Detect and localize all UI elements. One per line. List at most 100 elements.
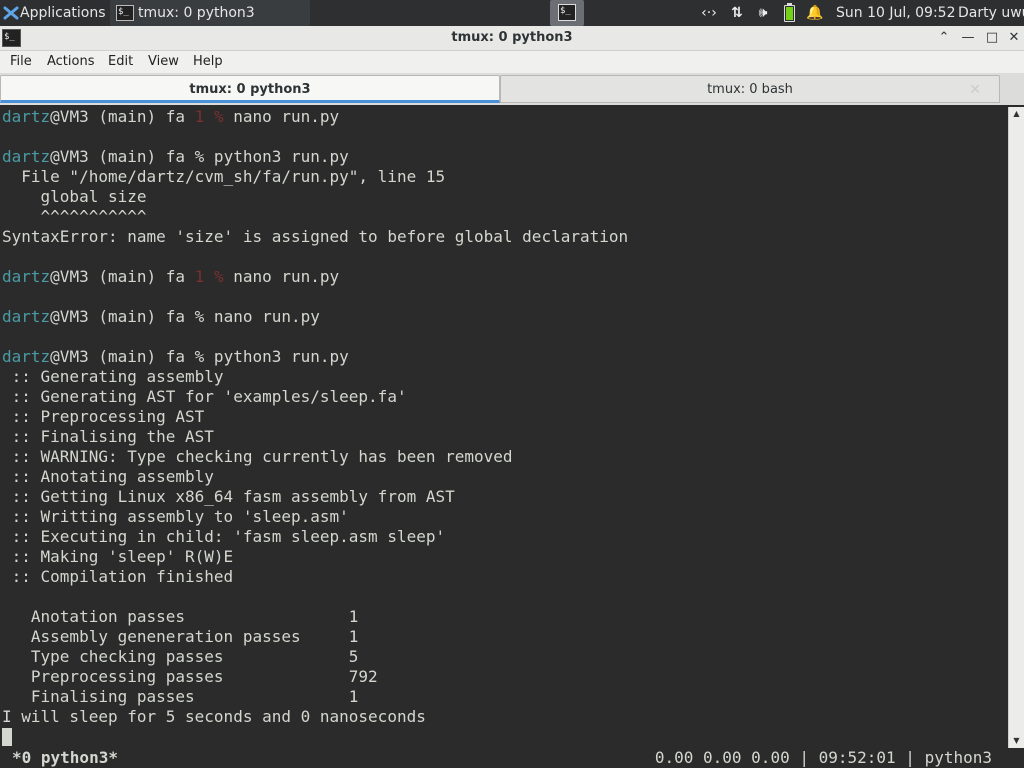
terminal-line: Anotation passes 1 bbox=[2, 607, 359, 627]
terminal-text: Type checking passes 5 bbox=[2, 647, 359, 666]
terminal-text: dartz bbox=[2, 267, 51, 286]
scrollbar[interactable]: ▲ ▼ bbox=[1008, 107, 1024, 748]
terminal-text: :: Compilation finished bbox=[2, 567, 234, 586]
terminal-text: nano run.py bbox=[223, 267, 340, 286]
menu-view[interactable]: View bbox=[148, 51, 179, 73]
terminal-line: :: Making 'sleep' R(W)E bbox=[2, 547, 234, 567]
taskbar-window-label: tmux: 0 python3 bbox=[138, 5, 255, 21]
applications-label: Applications bbox=[20, 5, 106, 21]
workspace-switcher[interactable]: $_ bbox=[550, 0, 584, 26]
terminal-text: % bbox=[213, 267, 224, 286]
terminal-text: :: Getting Linux x86_64 fasm assembly fr… bbox=[2, 487, 455, 506]
transfer-icon[interactable]: ⇅ bbox=[726, 0, 748, 26]
battery-outline bbox=[784, 3, 795, 22]
xfce-logo-icon bbox=[3, 6, 19, 20]
window-titlebar[interactable]: $_ tmux: 0 python3 ⌃ — □ ✕ bbox=[0, 26, 1024, 51]
volume-icon[interactable]: 🕪 bbox=[752, 0, 774, 26]
terminal-text: ^^^^^^^^^^^ bbox=[2, 207, 147, 226]
terminal-line: :: Finalising the AST bbox=[2, 427, 214, 447]
network-icon[interactable]: ‹·› bbox=[698, 0, 720, 26]
clock[interactable]: Sun 10 Jul, 09:52 bbox=[836, 0, 956, 26]
user-menu[interactable]: Darty uwu bbox=[958, 0, 1024, 26]
terminal-text: 1 bbox=[194, 107, 205, 126]
terminal-line: :: Generating assembly bbox=[2, 367, 224, 387]
terminal-text: Finalising passes 1 bbox=[2, 687, 359, 706]
tmux-window-list[interactable]: *0 python3* bbox=[12, 748, 118, 768]
tab-python3[interactable]: tmux: 0 python3 bbox=[0, 75, 500, 103]
terminal-line: Finalising passes 1 bbox=[2, 687, 359, 707]
tab-bash[interactable]: tmux: 0 bash ✕ bbox=[500, 75, 1000, 103]
top-panel: Applications $_ tmux: 0 python3 $_ ‹·› ⇅… bbox=[0, 0, 1024, 26]
menu-edit[interactable]: Edit bbox=[108, 51, 133, 73]
terminal-text: I will sleep for 5 seconds and 0 nanosec… bbox=[2, 707, 426, 726]
terminal-line: :: Preprocessing AST bbox=[2, 407, 205, 427]
applications-menu[interactable]: Applications bbox=[0, 0, 110, 26]
taskbar-window-button[interactable]: $_ tmux: 0 python3 bbox=[110, 0, 310, 26]
terminal-text: :: Generating assembly bbox=[2, 367, 224, 386]
chevron-up-icon[interactable]: ⌃ bbox=[934, 28, 954, 48]
terminal-line: Type checking passes 5 bbox=[2, 647, 359, 667]
scroll-down-icon[interactable]: ▼ bbox=[1009, 734, 1024, 748]
tab-label: tmux: 0 python3 bbox=[189, 82, 311, 97]
scroll-up-icon[interactable]: ▲ bbox=[1009, 107, 1024, 121]
terminal-text: Assembly geneneration passes 1 bbox=[2, 627, 359, 646]
terminal-text: :: Finalising the AST bbox=[2, 427, 214, 446]
terminal-line: File "/home/dartz/cvm_sh/fa/run.py", lin… bbox=[2, 167, 445, 187]
close-button[interactable]: ✕ bbox=[1004, 28, 1024, 48]
terminal-text: dartz bbox=[2, 147, 51, 166]
terminal-line: :: WARNING: Type checking currently has … bbox=[2, 447, 513, 467]
maximize-button[interactable]: □ bbox=[982, 28, 1002, 48]
terminal-text: dartz bbox=[2, 347, 51, 366]
terminal-line: dartz@VM3 (main) fa % python3 run.py bbox=[2, 147, 349, 167]
terminal-line: SyntaxError: name 'size' is assigned to … bbox=[2, 227, 628, 247]
terminal-text: @VM3 (main) fa bbox=[50, 267, 195, 286]
battery-icon[interactable] bbox=[778, 0, 800, 26]
terminal-cursor bbox=[2, 728, 12, 746]
terminal-text: @VM3 (main) fa % nano run.py bbox=[50, 307, 320, 326]
terminal-text: % bbox=[213, 107, 224, 126]
terminal-line: :: Writting assembly to 'sleep.asm' bbox=[2, 507, 349, 527]
terminal-line: dartz@VM3 (main) fa % python3 run.py bbox=[2, 347, 349, 367]
close-icon[interactable]: ✕ bbox=[969, 76, 981, 104]
terminal-line: dartz@VM3 (main) fa % nano run.py bbox=[2, 307, 320, 327]
tab-label: tmux: 0 bash bbox=[707, 82, 793, 97]
terminal-text: :: Executing in child: 'fasm sleep.asm s… bbox=[2, 527, 446, 546]
window-title: tmux: 0 python3 bbox=[451, 30, 573, 45]
terminal-text: File "/home/dartz/cvm_sh/fa/run.py", lin… bbox=[2, 167, 446, 186]
terminal-text: :: Generating AST for 'examples/sleep.fa… bbox=[2, 387, 407, 406]
terminal-text: global size bbox=[2, 187, 147, 206]
terminal-line: global size bbox=[2, 187, 147, 207]
bell-icon[interactable]: 🔔 bbox=[804, 0, 826, 26]
terminal-line: dartz@VM3 (main) fa 1 % nano run.py bbox=[2, 107, 339, 127]
terminal-text: @VM3 (main) fa bbox=[50, 107, 195, 126]
menubar: File Actions Edit View Help bbox=[0, 51, 1024, 73]
tmux-status-bar: *0 python3* 0.00 0.00 0.00 | 09:52:01 | … bbox=[0, 748, 1008, 768]
menu-actions[interactable]: Actions bbox=[47, 51, 95, 73]
terminal-text: :: Preprocessing AST bbox=[2, 407, 205, 426]
terminal-text: :: Anotating assembly bbox=[2, 467, 214, 486]
menu-help[interactable]: Help bbox=[193, 51, 223, 73]
terminal-line: :: Executing in child: 'fasm sleep.asm s… bbox=[2, 527, 445, 547]
tab-bar: tmux: 0 python3 tmux: 0 bash ✕ bbox=[0, 73, 1024, 105]
terminal-text: dartz bbox=[2, 307, 51, 326]
terminal-text: Preprocessing passes 792 bbox=[2, 667, 378, 686]
menu-file[interactable]: File bbox=[10, 51, 32, 73]
terminal-line: ^^^^^^^^^^^ bbox=[2, 207, 147, 227]
terminal-output[interactable]: dartz@VM3 (main) fa 1 % nano run.py dartz… bbox=[0, 107, 1008, 748]
terminal-text: nano run.py bbox=[223, 107, 340, 126]
terminal-text: SyntaxError: name 'size' is assigned to … bbox=[2, 227, 629, 246]
terminal-line: :: Generating AST for 'examples/sleep.fa… bbox=[2, 387, 407, 407]
terminal-icon: $_ bbox=[558, 4, 576, 21]
terminal-icon: $_ bbox=[116, 5, 134, 21]
terminal-text: :: Writting assembly to 'sleep.asm' bbox=[2, 507, 349, 526]
terminal-text: 1 bbox=[194, 267, 205, 286]
terminal-text: :: WARNING: Type checking currently has … bbox=[2, 447, 513, 466]
minimize-button[interactable]: — bbox=[958, 28, 978, 48]
terminal-text: Anotation passes 1 bbox=[2, 607, 359, 626]
terminal-line: :: Anotating assembly bbox=[2, 467, 214, 487]
tmux-status-right: 0.00 0.00 0.00 | 09:52:01 | python3 bbox=[654, 748, 992, 767]
terminal-line: :: Compilation finished bbox=[2, 567, 234, 587]
terminal-text: @VM3 (main) fa % python3 run.py bbox=[50, 147, 349, 166]
